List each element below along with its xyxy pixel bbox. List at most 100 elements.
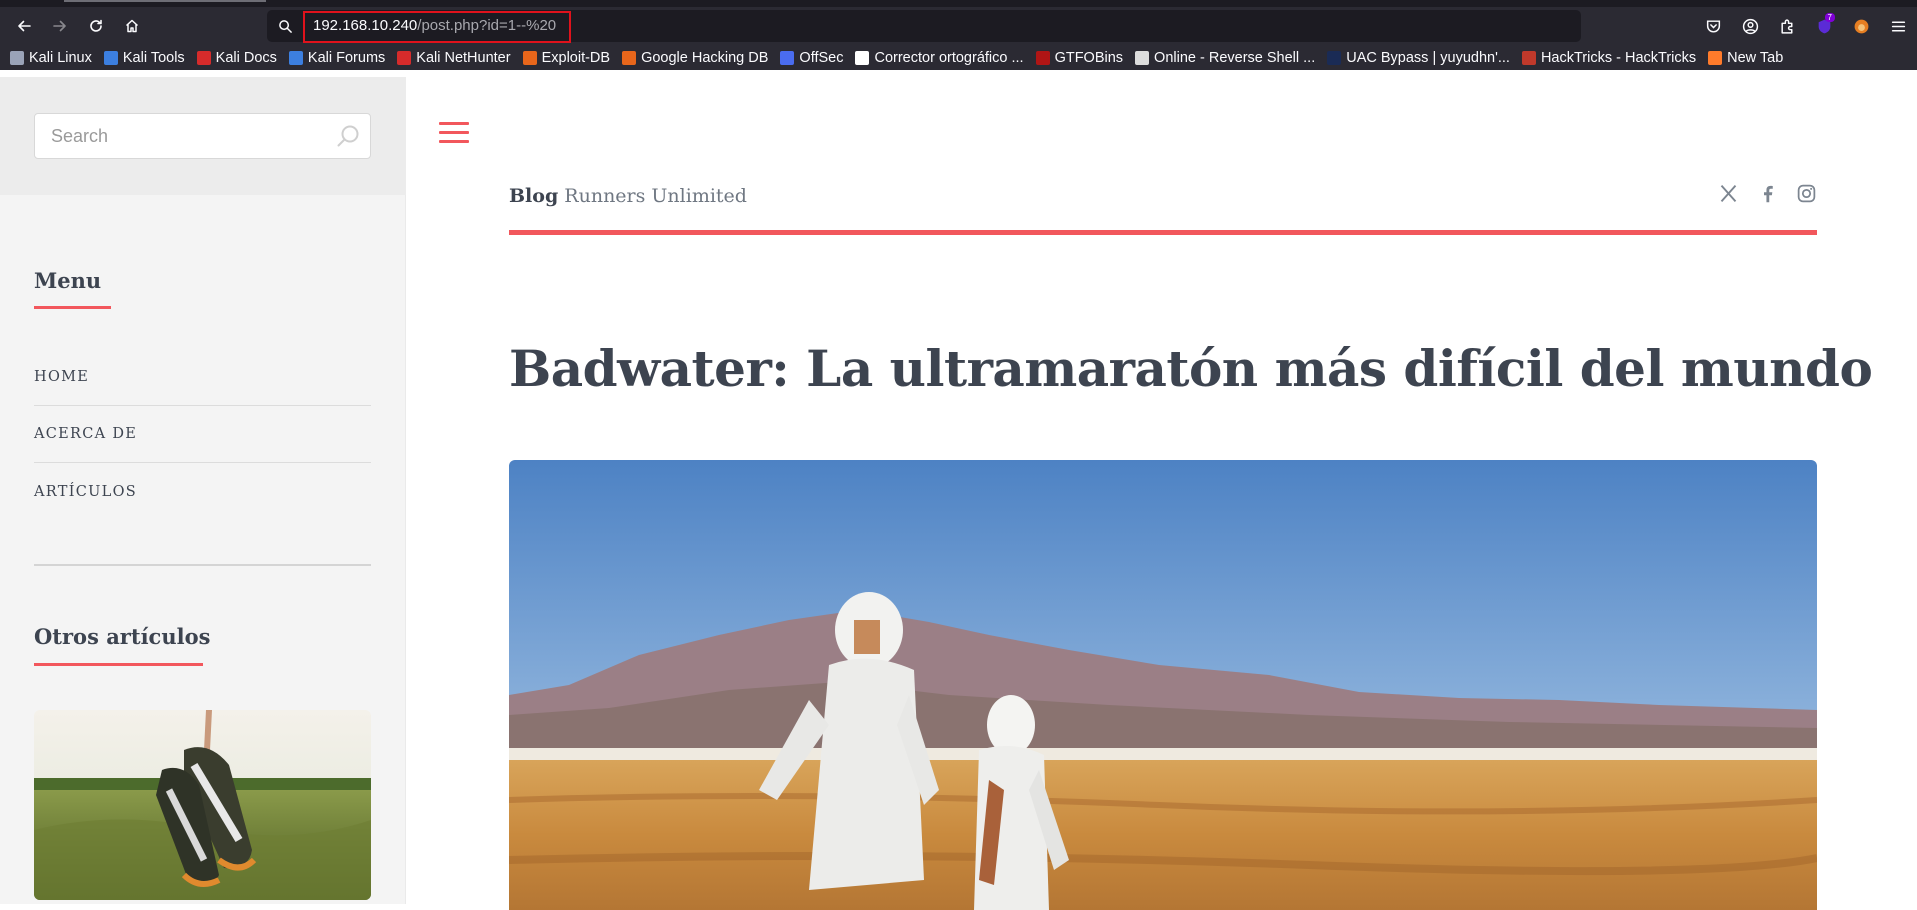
- article-thumbnail[interactable]: [34, 710, 371, 900]
- reload-icon: [90, 19, 102, 32]
- menu-item-articulos[interactable]: ARTÍCULOS: [34, 463, 371, 520]
- bookmark-label: HackTricks - HackTricks: [1540, 49, 1697, 66]
- hamburger-bar: [439, 122, 469, 125]
- main-content: Blog Runners Unlimited Badwater: La ultr…: [407, 77, 1917, 910]
- bookmark-item[interactable]: Kali Tools: [103, 49, 185, 66]
- hamburger-bar: [439, 140, 469, 143]
- fox-extension-icon: [1854, 19, 1869, 33]
- exploit-db-icon: [522, 50, 537, 65]
- extensions-button[interactable]: [1769, 11, 1806, 41]
- ghdb-icon: [622, 50, 637, 65]
- back-button[interactable]: [6, 11, 42, 41]
- logo-bold: Blog: [509, 185, 559, 207]
- bookmark-item[interactable]: Kali NetHunter: [397, 49, 511, 66]
- blog-header: Blog Runners Unlimited: [509, 183, 1817, 231]
- search-icon[interactable]: [336, 124, 360, 148]
- bookmark-item[interactable]: HackTricks - HackTricks: [1521, 49, 1697, 66]
- account-button[interactable]: [1732, 11, 1769, 41]
- firefox-icon: [1708, 50, 1723, 65]
- url-search-icon: [267, 19, 303, 34]
- bookmark-label: UAC Bypass | yuyudhn'...: [1346, 49, 1510, 66]
- address-bar[interactable]: 192.168.10.240/post.php?id=1--%20: [267, 10, 1581, 43]
- corrector-icon: [855, 50, 870, 65]
- hamburger-menu-icon: [1891, 20, 1906, 32]
- bookmark-label: Exploit-DB: [541, 49, 611, 66]
- logo-rest: Runners Unlimited: [558, 185, 747, 207]
- bookmark-label: Kali Docs: [215, 49, 277, 66]
- site-logo[interactable]: Blog Runners Unlimited: [509, 185, 747, 207]
- url-text[interactable]: 192.168.10.240/post.php?id=1--%20: [313, 17, 556, 34]
- hamburger-menu-button[interactable]: [439, 122, 469, 146]
- search-box: [34, 113, 371, 159]
- facebook-icon[interactable]: [1757, 183, 1778, 204]
- running-shoes-image: [34, 710, 371, 900]
- bookmark-item[interactable]: Kali Forums: [288, 50, 385, 66]
- bookmark-item[interactable]: New Tab: [1708, 50, 1783, 66]
- bookmark-label: Google Hacking DB: [641, 49, 769, 66]
- bookmark-item[interactable]: Kali Docs: [196, 49, 277, 66]
- other-articles-heading: Otros artículos: [34, 624, 211, 649]
- kali-tools-icon: [103, 50, 118, 65]
- navigation-toolbar: 192.168.10.240/post.php?id=1--%20 7: [0, 7, 1917, 45]
- badwater-runners-image: [509, 460, 1817, 910]
- sidebar-search-area: [0, 77, 406, 195]
- hamburger-bar: [439, 131, 469, 134]
- bookmark-item[interactable]: Exploit-DB: [522, 49, 611, 66]
- bookmark-label: GTFOBins: [1054, 49, 1124, 66]
- forward-button[interactable]: [42, 11, 78, 41]
- app-menu-button[interactable]: [1880, 11, 1917, 41]
- header-rule: [509, 230, 1817, 235]
- bookmark-label: Online - Reverse Shell ...: [1154, 49, 1316, 66]
- x-twitter-icon[interactable]: [1718, 183, 1739, 204]
- kali-forums-icon: [288, 50, 303, 65]
- bookmark-item[interactable]: Kali Linux: [10, 50, 92, 66]
- post-hero-image: [509, 460, 1817, 910]
- bookmark-item[interactable]: Online - Reverse Shell ...: [1135, 50, 1315, 66]
- bookmark-label: Kali Tools: [122, 49, 185, 66]
- bookmark-item[interactable]: GTFOBins: [1035, 49, 1124, 66]
- uac-bypass-icon: [1327, 50, 1342, 65]
- forward-arrow-icon: [53, 20, 66, 32]
- kali-docs-icon: [196, 50, 211, 65]
- pocket-button[interactable]: [1695, 11, 1732, 41]
- bookmark-item[interactable]: OffSec: [780, 50, 843, 66]
- page-viewport: Menu HOME ACERCA DE ARTÍCULOS Otros artí…: [0, 77, 1917, 910]
- puzzle-icon: [1781, 18, 1793, 34]
- url-path: /post.php?id=1--%20: [417, 17, 557, 34]
- instagram-icon[interactable]: [1796, 183, 1817, 204]
- tab-strip: [0, 0, 1917, 7]
- menu-item-home[interactable]: HOME: [34, 349, 371, 406]
- menu-heading: Menu: [34, 268, 102, 293]
- account-icon: [1742, 18, 1759, 34]
- post-title: Badwater: La ultramaratón más difícil de…: [509, 339, 1873, 398]
- active-tab-indicator: [64, 0, 266, 2]
- skull-icon: [1135, 50, 1150, 65]
- home-button[interactable]: [114, 11, 150, 41]
- bookmark-label: Kali Linux: [29, 49, 92, 66]
- bookmark-item[interactable]: Google Hacking DB: [622, 50, 768, 66]
- offsec-icon: [780, 50, 795, 65]
- bookmark-label: New Tab: [1727, 49, 1784, 66]
- pocket-icon: [1706, 19, 1721, 33]
- foxyproxy-button[interactable]: [1843, 11, 1880, 41]
- home-icon: [125, 19, 139, 33]
- search-input[interactable]: [35, 114, 315, 158]
- bookmark-item[interactable]: UAC Bypass | yuyudhn'...: [1327, 50, 1510, 66]
- sidebar: Menu HOME ACERCA DE ARTÍCULOS Otros artí…: [0, 77, 406, 904]
- bookmark-item[interactable]: Corrector ortográfico ...: [855, 49, 1024, 66]
- other-articles-underline: [34, 663, 203, 666]
- menu-item-acerca-de[interactable]: ACERCA DE: [34, 406, 371, 463]
- hacktricks-icon: [1521, 50, 1536, 65]
- social-links: [1718, 183, 1817, 204]
- url-host: 192.168.10.240: [313, 17, 418, 34]
- bookmark-label: Corrector ortográfico ...: [874, 49, 1024, 66]
- kali-dragon-icon: [10, 50, 24, 65]
- bookmark-label: Kali NetHunter: [416, 49, 511, 66]
- sidebar-divider: [34, 564, 371, 566]
- extension-shield-button[interactable]: 7: [1806, 11, 1843, 41]
- reload-button[interactable]: [78, 11, 114, 41]
- gtfobins-icon: [1035, 50, 1050, 65]
- menu-heading-underline: [34, 306, 111, 309]
- back-arrow-icon: [18, 20, 31, 32]
- bookmarks-toolbar: Kali Linux Kali Tools Kali Docs Kali Forums…: [0, 45, 1917, 70]
